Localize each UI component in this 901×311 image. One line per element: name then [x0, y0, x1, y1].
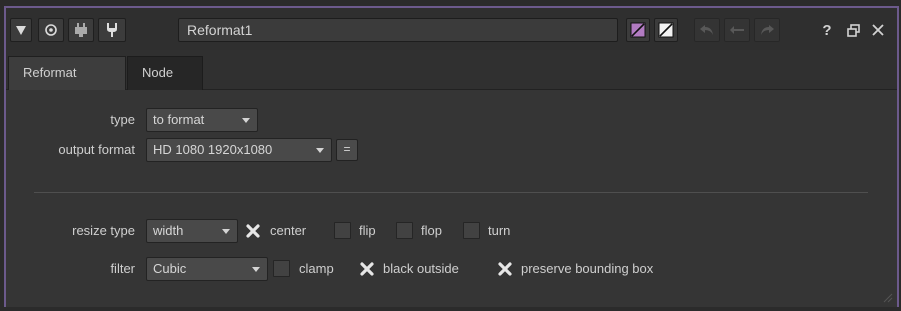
help-icon[interactable]: ?: [818, 17, 836, 43]
close-icon[interactable]: [868, 17, 888, 43]
resize-type-value: width: [153, 223, 184, 238]
resize-type-label: resize type: [72, 223, 135, 238]
collapse-icon[interactable]: [10, 18, 32, 42]
tab-node[interactable]: Node: [127, 56, 203, 90]
section-divider: [34, 192, 868, 193]
tab-reformat[interactable]: Reformat: [8, 56, 126, 90]
chevron-down-icon: [242, 118, 250, 123]
revert-icon[interactable]: [724, 18, 750, 42]
filter-dropdown[interactable]: Cubic: [146, 257, 268, 281]
flop-label: flop: [421, 223, 442, 238]
chevron-down-icon: [222, 229, 230, 234]
output-format-dropdown[interactable]: HD 1080 1920x1080: [146, 138, 332, 162]
reformat-tab-content: type to format output format HD 1080 192…: [6, 90, 897, 307]
flop-checkbox[interactable]: [396, 222, 413, 239]
center-node-icon[interactable]: [38, 18, 64, 42]
type-dropdown[interactable]: to format: [146, 108, 258, 132]
chevron-down-icon: [252, 267, 260, 272]
input-node-icon[interactable]: [68, 18, 94, 42]
type-value: to format: [153, 112, 205, 127]
node-color-icon[interactable]: [626, 18, 650, 42]
type-label: type: [110, 112, 135, 127]
wrench-icon[interactable]: [98, 18, 126, 42]
resize-type-dropdown[interactable]: width: [146, 219, 238, 243]
flip-checkbox[interactable]: [334, 222, 351, 239]
clamp-label: clamp: [299, 261, 334, 276]
center-checkbox[interactable]: [244, 222, 261, 239]
preserve-bbox-checkbox[interactable]: [496, 260, 513, 277]
output-format-label: output format: [58, 142, 135, 157]
resize-grip-icon[interactable]: [883, 293, 893, 303]
black-outside-checkbox[interactable]: [358, 260, 375, 277]
float-window-icon[interactable]: [843, 17, 863, 43]
turn-label: turn: [488, 223, 511, 238]
filter-value: Cubic: [153, 261, 187, 276]
properties-panel: Reformat1 ? Reformat Node type to format…: [4, 6, 899, 307]
gl-color-icon[interactable]: [654, 18, 678, 42]
checkmark-x-icon: [359, 261, 374, 276]
flip-label: flip: [359, 223, 376, 238]
panel-titlebar: Reformat1 ?: [6, 8, 897, 50]
checkmark-x-icon: [497, 261, 512, 276]
black-outside-label: black outside: [383, 261, 459, 276]
center-label: center: [270, 223, 307, 238]
undo-icon[interactable]: [694, 18, 720, 42]
turn-checkbox[interactable]: [463, 222, 480, 239]
tab-bar: Reformat Node: [6, 50, 897, 90]
node-name-input[interactable]: Reformat1: [178, 18, 618, 42]
output-format-value: HD 1080 1920x1080: [153, 142, 273, 157]
chevron-down-icon: [316, 148, 324, 153]
preserve-bbox-label: preserve bounding box: [521, 261, 654, 276]
checkmark-x-icon: [245, 223, 260, 238]
filter-label: filter: [110, 261, 135, 276]
clamp-checkbox[interactable]: [273, 260, 290, 277]
redo-icon[interactable]: [754, 18, 780, 42]
format-equals-button[interactable]: =: [336, 139, 358, 161]
